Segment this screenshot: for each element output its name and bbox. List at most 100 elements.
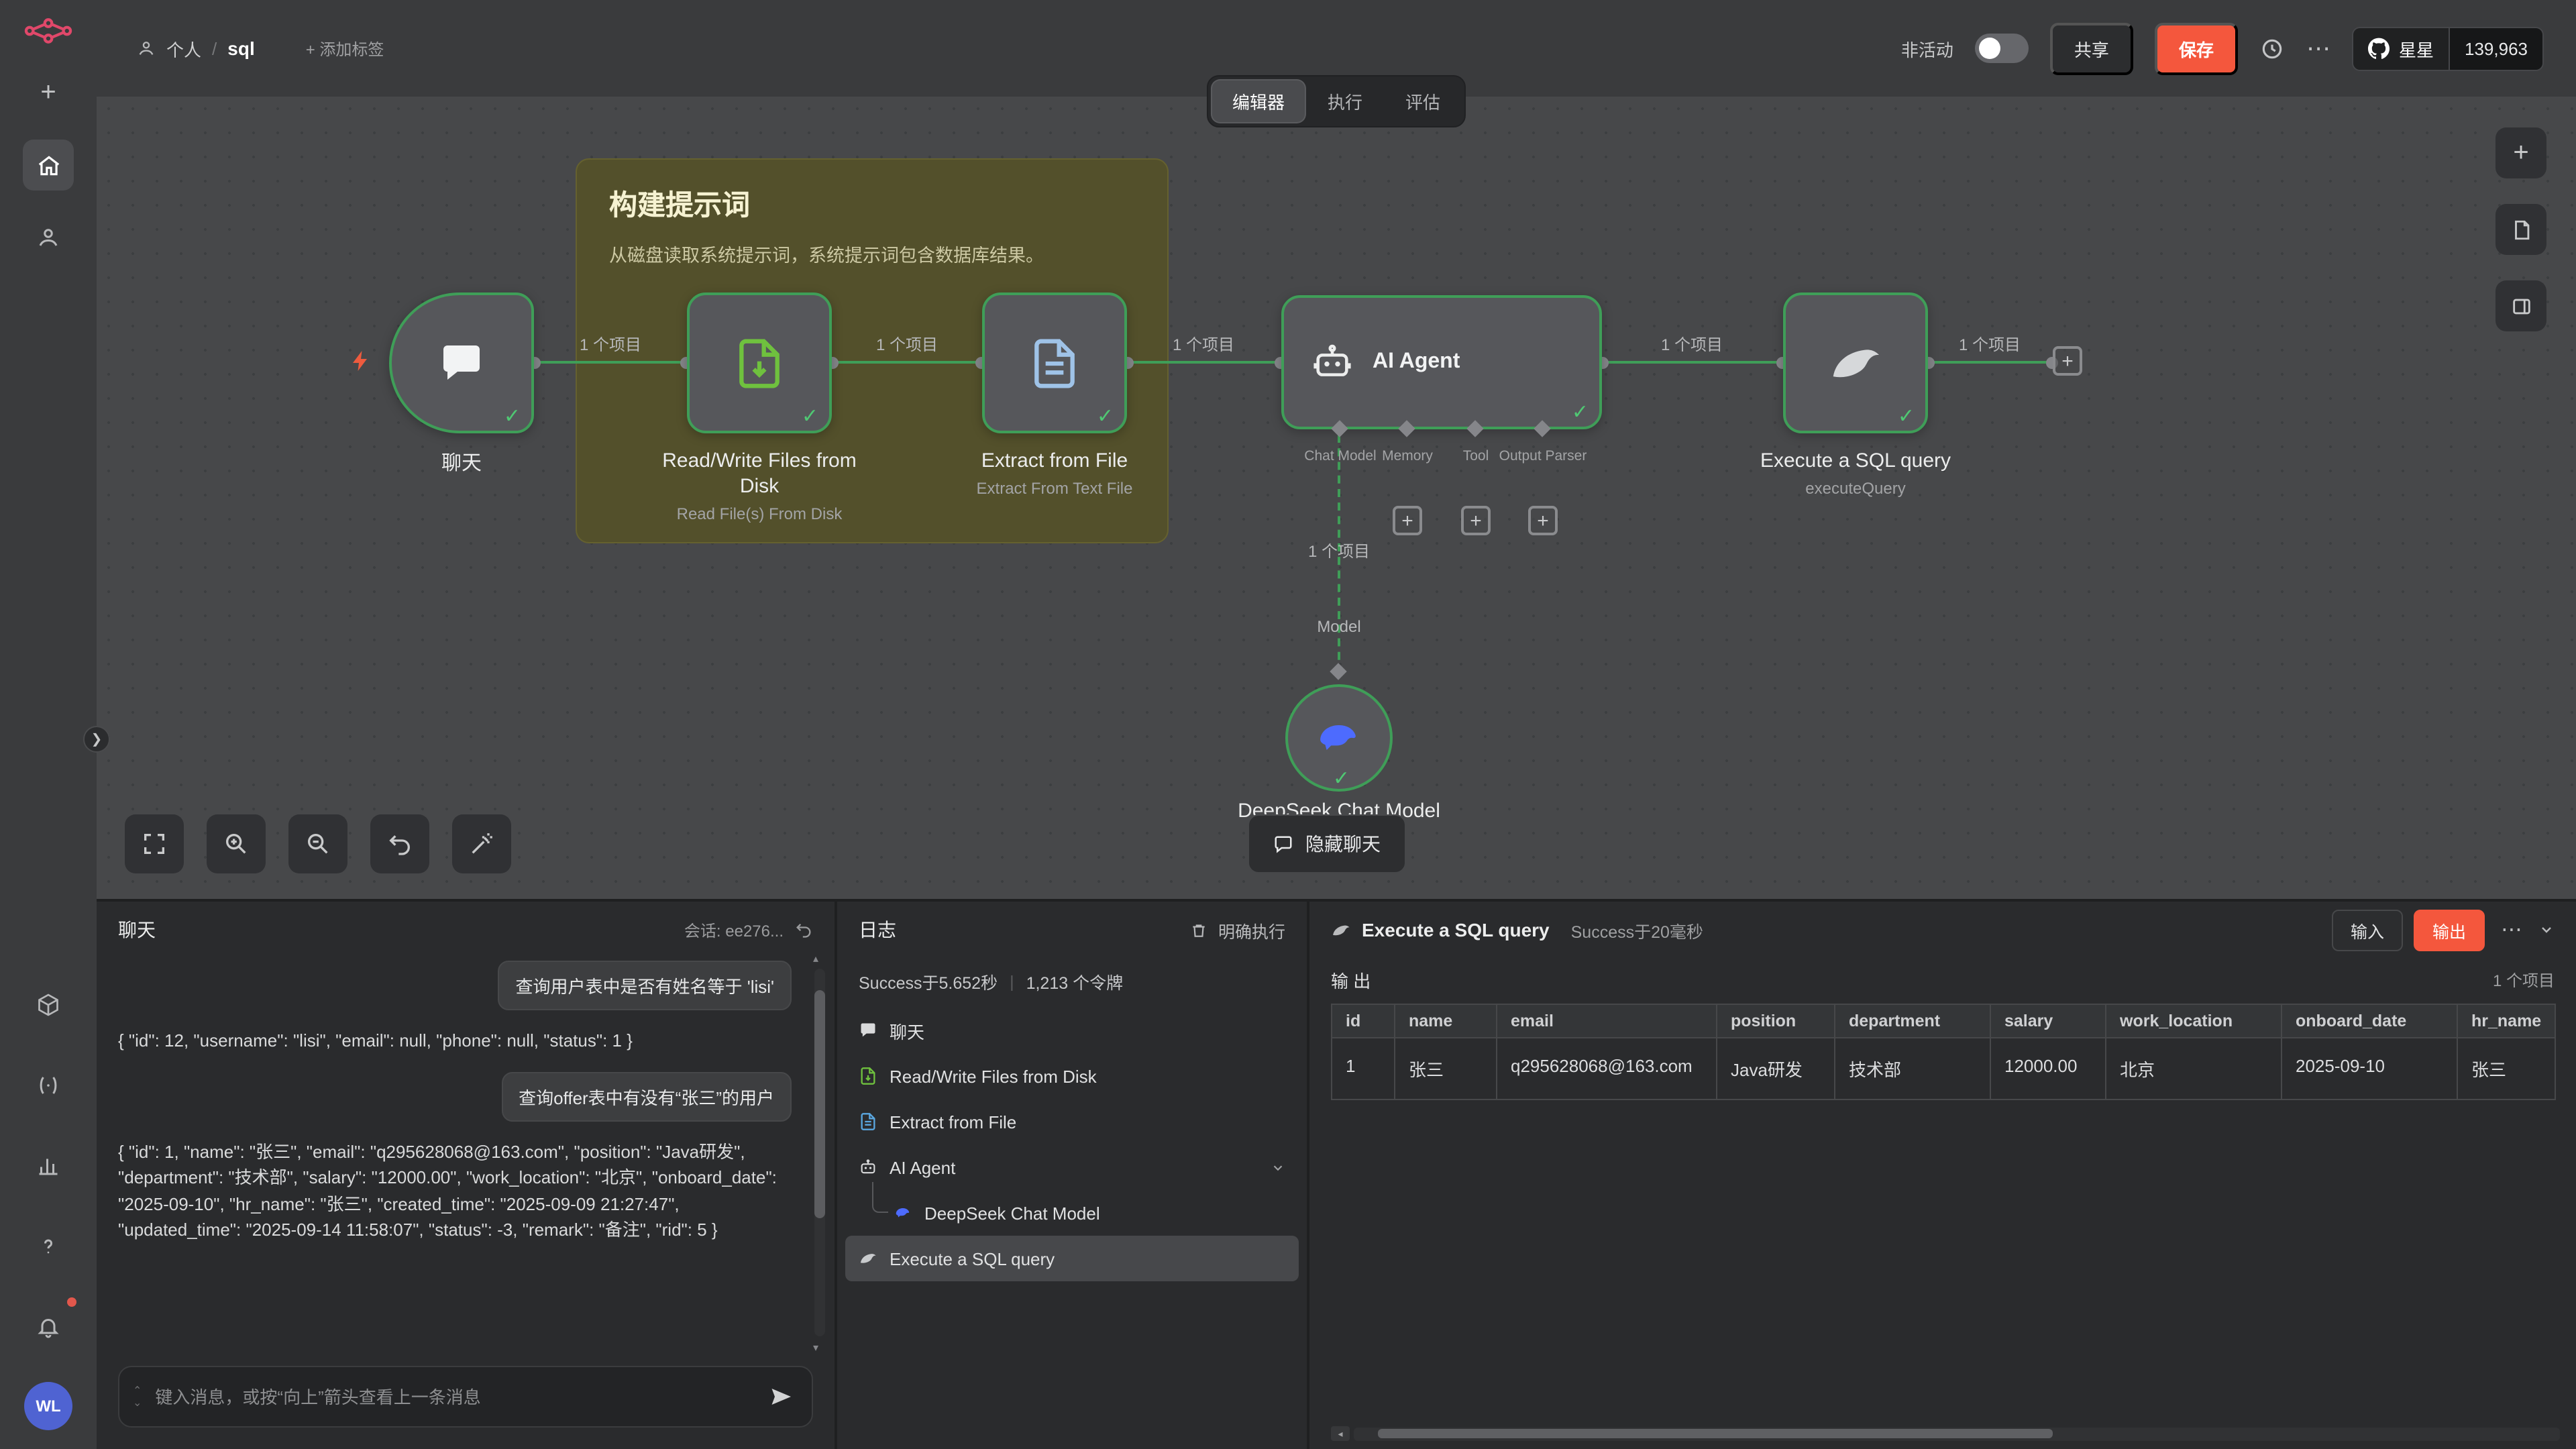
new-workflow-button[interactable]: + (23, 67, 74, 118)
scrollbar-thumb[interactable] (1378, 1429, 2053, 1438)
breadcrumb-workspace[interactable]: 个人 (166, 36, 201, 61)
log-row-label: AI Agent (890, 1157, 955, 1177)
node-subtitle: Extract From Text File (927, 479, 1182, 499)
column-header[interactable]: name (1395, 1004, 1497, 1038)
log-row-deepseek[interactable]: DeepSeek Chat Model (845, 1190, 1299, 1236)
log-row-extract[interactable]: Extract from File (845, 1099, 1299, 1144)
column-header[interactable]: email (1497, 1004, 1717, 1038)
clear-execution-label: 明确执行 (1218, 917, 1285, 943)
scroll-down-arrow-icon[interactable]: ▾ (813, 1342, 818, 1354)
output-table[interactable]: id name email position department salary… (1331, 1004, 2556, 1100)
activate-toggle[interactable] (1975, 34, 2029, 63)
bar-chart-icon (36, 1154, 60, 1178)
hide-chat-label: 隐藏聊天 (1305, 830, 1381, 857)
chat-session-label: 会话: ee276... (684, 918, 784, 941)
add-node-endpoint-button[interactable]: + (2053, 346, 2082, 376)
share-button[interactable]: 共享 (2050, 22, 2133, 74)
log-row-chat[interactable]: 聊天 (845, 1008, 1299, 1053)
column-header[interactable]: salary (1990, 1004, 2106, 1038)
detail-more-icon[interactable]: ⋯ (2496, 916, 2528, 943)
breadcrumb-separator: / (212, 38, 217, 58)
sticky-note-title: 构建提示词 (609, 184, 1135, 224)
collapse-chevron-icon[interactable] (2538, 922, 2555, 938)
avatar[interactable]: WL (24, 1382, 72, 1430)
history-icon[interactable] (2259, 36, 2285, 61)
column-header[interactable]: work_location (2106, 1004, 2282, 1038)
chat-messages[interactable]: 查询用户表中是否有姓名等于 'lisi' { "id": 12, "userna… (118, 961, 792, 1342)
add-tag-button[interactable]: + 添加标签 (306, 37, 384, 60)
log-row-execute-sql[interactable]: Execute a SQL query (845, 1236, 1299, 1281)
wire-extract-to-agent (1127, 361, 1281, 364)
log-row-ai-agent[interactable]: AI Agent (845, 1144, 1299, 1190)
workflow-name[interactable]: sql (227, 38, 254, 59)
chat-scrollbar[interactable]: ▴ ▾ (814, 969, 825, 1336)
sidebar-item-notifications[interactable] (23, 1301, 74, 1352)
wire-items-label: 1 个项目 (876, 333, 938, 356)
send-icon[interactable] (769, 1385, 793, 1409)
zoom-out-button[interactable] (288, 814, 347, 873)
sticky-note-body: 从磁盘读取系统提示词，系统提示词包含数据库结果。 (609, 240, 1135, 267)
chat-bubble-icon (437, 339, 486, 387)
workflow-canvas[interactable]: 构建提示词 从磁盘读取系统提示词，系统提示词包含数据库结果。 1 个项目 1 个… (97, 97, 2576, 899)
sidebar-item-help[interactable] (23, 1221, 74, 1272)
expand-sidebar-chevron[interactable]: ❯ (83, 726, 110, 753)
output-horizontal-scrollbar[interactable]: ◂ (1331, 1426, 2560, 1441)
node-ai-agent[interactable]: AI Agent ✓ (1281, 295, 1602, 429)
column-header[interactable]: onboard_date (2282, 1004, 2457, 1038)
success-check-icon: ✓ (1333, 766, 1350, 790)
scroll-left-arrow-icon[interactable]: ◂ (1331, 1426, 1350, 1441)
person-icon (36, 225, 60, 250)
scrollbar-thumb[interactable] (814, 990, 825, 1218)
scrollbar-track[interactable] (1354, 1427, 2560, 1440)
more-menu-icon[interactable]: ⋯ (2306, 34, 2330, 62)
table-cell: 12000.00 (1990, 1038, 2106, 1099)
log-row-readwrite[interactable]: Read/Write Files from Disk (845, 1053, 1299, 1099)
column-header[interactable]: position (1717, 1004, 1835, 1038)
view-tabs: 编辑器 执行 评估 (1207, 75, 1466, 127)
tab-evaluations[interactable]: 评估 (1385, 80, 1460, 122)
add-sticky-note-button[interactable] (2496, 204, 2546, 255)
sidebar-item-personal[interactable] (23, 212, 74, 263)
node-deepseek-chat-model[interactable]: ✓ (1285, 684, 1393, 792)
node-execute-sql[interactable]: ✓ (1783, 292, 1928, 433)
chevron-down-icon[interactable] (1271, 1160, 1285, 1175)
chat-message-input[interactable] (155, 1387, 755, 1407)
column-header[interactable]: id (1332, 1004, 1395, 1038)
column-header[interactable]: hr_name (2457, 1004, 2555, 1038)
zoom-in-button[interactable] (207, 814, 266, 873)
table-row[interactable]: 1 张三 q295628068@163.com Java研发 技术部 12000… (1332, 1038, 2555, 1099)
column-header[interactable]: department (1835, 1004, 1990, 1038)
node-readwrite-files[interactable]: ✓ (687, 292, 832, 433)
output-items-count: 1 个项目 (2493, 968, 2555, 991)
toggle-panel-button[interactable] (2496, 280, 2546, 331)
tab-executions[interactable]: 执行 (1307, 80, 1383, 122)
add-memory-button[interactable]: + (1393, 506, 1422, 535)
tidy-up-wand-button[interactable] (452, 814, 511, 873)
node-chat-trigger[interactable]: ✓ (389, 292, 534, 433)
clear-execution-button[interactable]: 明确执行 (1190, 917, 1285, 943)
success-check-icon: ✓ (504, 404, 521, 428)
port-model[interactable] (1330, 663, 1346, 680)
sidebar: + (0, 0, 97, 1449)
github-star-widget[interactable]: 星星 139,963 (2352, 26, 2544, 70)
zoom-to-fit-button[interactable] (125, 814, 184, 873)
undo-button[interactable] (370, 814, 429, 873)
hide-chat-button[interactable]: 隐藏聊天 (1248, 814, 1406, 873)
help-icon (36, 1234, 60, 1258)
sidebar-item-templates[interactable] (23, 979, 74, 1030)
tab-editor[interactable]: 编辑器 (1212, 80, 1305, 122)
wire-items-label: 1 个项目 (1959, 333, 2021, 356)
save-button[interactable]: 保存 (2155, 22, 2238, 74)
add-output-parser-button[interactable]: + (1528, 506, 1558, 535)
add-node-button[interactable]: + (2496, 127, 2546, 178)
sidebar-item-insights[interactable] (23, 1140, 74, 1191)
sidebar-item-variables[interactable] (23, 1060, 74, 1111)
input-tab-button[interactable]: 输入 (2332, 909, 2403, 951)
node-extract-from-file[interactable]: ✓ (982, 292, 1127, 433)
add-tool-button[interactable]: + (1461, 506, 1491, 535)
refresh-session-icon[interactable] (794, 920, 813, 939)
sidebar-item-home[interactable] (23, 140, 74, 191)
output-tab-button[interactable]: 输出 (2414, 909, 2485, 951)
scroll-up-arrow-icon[interactable]: ▴ (813, 953, 818, 965)
table-cell: q295628068@163.com (1497, 1038, 1717, 1099)
